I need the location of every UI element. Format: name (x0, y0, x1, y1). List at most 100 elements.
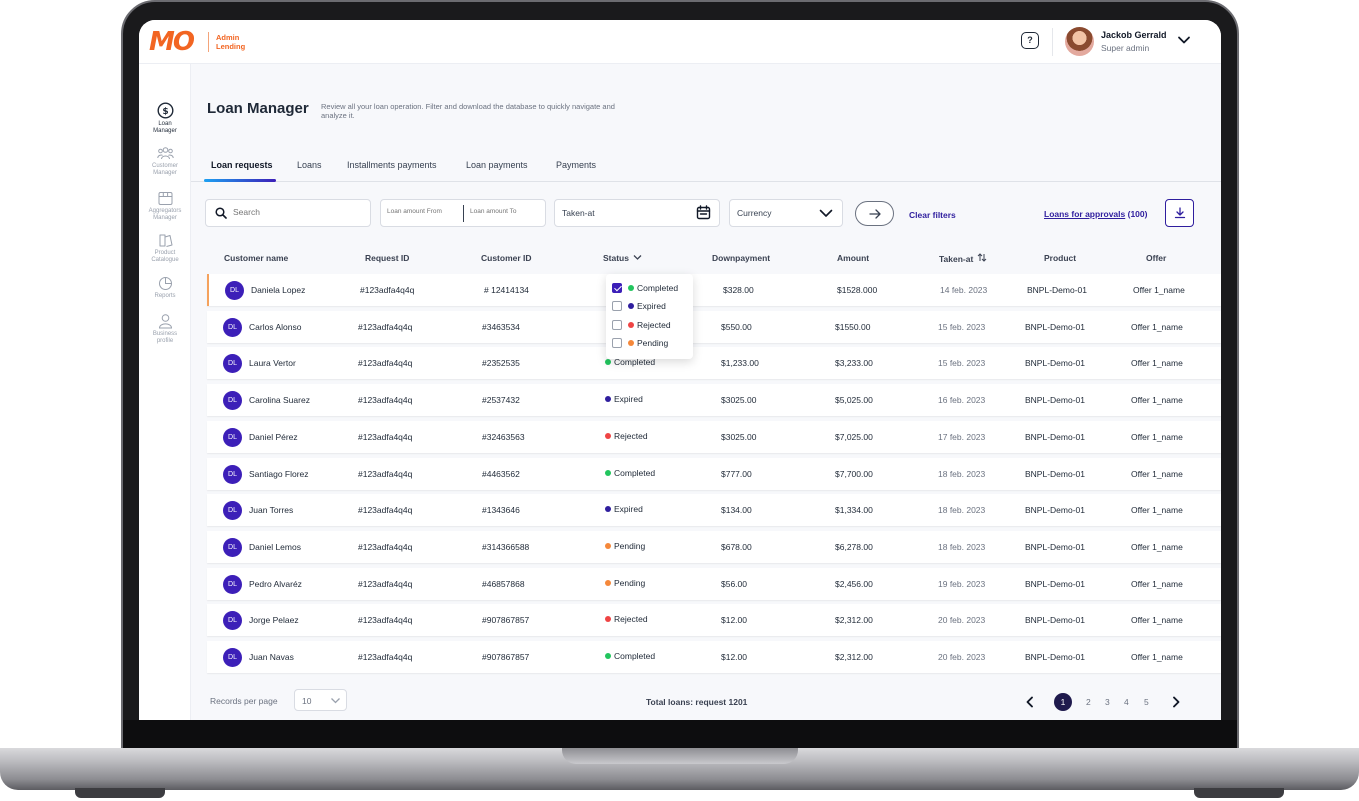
page-button[interactable]: 4 (1124, 697, 1129, 707)
table-row[interactable]: DL Daniel Pérez #123adfa4q4q #32463563 $3025… (207, 420, 1221, 453)
checkbox[interactable] (612, 283, 622, 293)
chevron-down-icon (819, 209, 833, 217)
customer-name[interactable]: Daniel Pérez (249, 432, 298, 442)
table-row[interactable]: DL Carolina Suarez #123adfa4q4q #2537432 $30… (207, 384, 1221, 417)
customer-name[interactable]: Carlos Alonso (249, 322, 301, 332)
sidebar-item-product-catalogue[interactable]: Product Catalogue (139, 233, 191, 263)
calendar-icon (696, 205, 711, 220)
taken-at-cell: 17 feb. 2023 (938, 431, 986, 442)
checkbox[interactable] (612, 320, 622, 330)
clear-filters-link[interactable]: Clear filters (909, 210, 956, 220)
user-avatar[interactable] (1065, 27, 1094, 56)
loans-for-approvals-link[interactable]: Loans for approvals (100) (1044, 209, 1147, 219)
column-header-offer: Offer (1146, 253, 1167, 263)
sidebar-item-aggregators-manager[interactable]: Aggregators Manager (139, 191, 191, 221)
status-label: Rejected (614, 614, 648, 625)
column-header-taken-at[interactable]: Taken-at (939, 253, 987, 264)
customer-name[interactable]: Juan Torres (249, 505, 293, 515)
status-dot (605, 542, 611, 549)
loan-amount-to-input[interactable] (470, 208, 548, 215)
table-row[interactable]: DL Jorge Pelaez #123adfa4q4q #907867857 $12.… (207, 604, 1221, 637)
brand-logo[interactable]: MO (149, 29, 195, 55)
amount-cell: $1528.000 (837, 285, 878, 295)
status-dot (605, 396, 611, 403)
downpayment-cell: $12.00 (721, 652, 747, 662)
offer-cell: Offer 1_name (1131, 431, 1183, 442)
page-button[interactable]: 2 (1086, 697, 1091, 707)
records-per-page-select[interactable]: 10 (294, 689, 347, 711)
table-row[interactable]: DL Daniel Lemos #123adfa4q4q #314366588 $678… (207, 530, 1221, 563)
status-option-rejected[interactable]: Rejected (612, 320, 671, 330)
page-button[interactable]: 3 (1105, 697, 1110, 707)
sidebar-item-label: Manager (153, 214, 177, 221)
status-option-expired[interactable]: Expired (612, 301, 666, 311)
storefront-icon (158, 192, 172, 205)
customer-avatar: DL (223, 574, 242, 594)
laptop-chin (123, 720, 1237, 748)
status-label: Completed (614, 651, 656, 661)
logo-subtitle-line: Admin (216, 33, 240, 42)
sidebar-item-label: Manager (153, 169, 177, 176)
tab-loan-payments[interactable]: Loan payments (466, 160, 528, 170)
customer-name[interactable]: Santiago Florez (249, 469, 309, 479)
amount-cell: $1,334.00 (835, 505, 873, 516)
downpayment-cell: $328.00 (723, 285, 754, 295)
table-row[interactable]: DL Juan Torres #123adfa4q4q #1343646 $134.00… (207, 494, 1221, 527)
table-row[interactable]: DL Carlos Alonso #123adfa4q4q #3463534 $550.… (207, 310, 1221, 343)
table-row[interactable]: DL Pedro Alvaréz #123adfa4q4q #46857868 $56.… (207, 567, 1221, 600)
table-row[interactable]: DL Santiago Florez #123adfa4q4q #4463562 $77… (207, 457, 1221, 490)
tab-installments-payments[interactable]: Installments payments (347, 160, 437, 170)
tab-loans[interactable]: Loans (297, 160, 322, 170)
checkbox[interactable] (612, 301, 622, 311)
product-cell: BNPL-Demo-01 (1025, 615, 1085, 626)
apply-filters-button[interactable] (855, 201, 894, 226)
customer-name[interactable]: Laura Vertor (249, 358, 296, 368)
help-chat-icon[interactable]: ? (1021, 32, 1039, 49)
offer-cell: Offer 1_name (1131, 652, 1183, 662)
customer-id-cell: #1343646 (482, 505, 520, 516)
download-button[interactable] (1165, 199, 1194, 227)
column-header-status[interactable]: Status (603, 253, 642, 263)
tab-payments[interactable]: Payments (556, 160, 596, 170)
sidebar-item-business-profile[interactable]: Business profile (139, 313, 191, 344)
customer-name[interactable]: Carolina Suarez (249, 395, 310, 405)
status-option-completed[interactable]: Completed (612, 283, 678, 293)
search-box (205, 199, 371, 227)
downpayment-cell: $134.00 (721, 505, 752, 516)
chevron-down-icon[interactable] (1176, 32, 1192, 48)
amount-cell: $2,312.00 (835, 615, 873, 626)
page-button-current[interactable]: 1 (1054, 693, 1072, 711)
sidebar-item-loan-manager[interactable]: $ Loan Manager (139, 102, 191, 134)
search-icon (215, 207, 227, 219)
chevron-right-icon[interactable] (1171, 696, 1181, 708)
users-group-icon (156, 147, 174, 160)
sidebar-item-label: profile (156, 337, 174, 344)
checkbox[interactable] (612, 338, 622, 348)
laptop-notch (562, 748, 798, 764)
customer-name[interactable]: Daniela Lopez (251, 285, 305, 295)
taken-at-date-picker[interactable]: Taken-at (554, 199, 720, 227)
customer-name[interactable]: Jorge Pelaez (249, 615, 299, 625)
customer-id-cell: #3463534 (482, 321, 520, 332)
customer-name[interactable]: Daniel Lemos (249, 542, 301, 552)
chevron-left-icon[interactable] (1025, 696, 1035, 708)
status-label: Expired (614, 394, 643, 405)
table-row[interactable]: DL Daniela Lopez #123adfa4q4q # 12414134 $32… (207, 274, 1221, 306)
customer-name[interactable]: Pedro Alvaréz (249, 579, 302, 589)
status-dot (605, 653, 611, 659)
loan-amount-from-input[interactable] (387, 208, 465, 215)
tab-loan-requests[interactable]: Loan requests (211, 160, 273, 170)
status-dot (605, 432, 611, 439)
search-input[interactable] (233, 207, 363, 217)
sidebar-item-reports[interactable]: Reports (139, 276, 191, 300)
table-row[interactable]: DL Juan Navas #123adfa4q4q #907867857 $12.00… (207, 641, 1221, 673)
page-button[interactable]: 5 (1144, 697, 1149, 707)
status-label: Pending (614, 577, 646, 588)
customer-name[interactable]: Juan Navas (249, 652, 294, 662)
approvals-count: (100) (1127, 209, 1148, 219)
status-option-pending[interactable]: Pending (612, 338, 668, 348)
chevron-down-icon (331, 698, 340, 704)
table-row[interactable]: DL Laura Vertor #123adfa4q4q #2352535 $1,233… (207, 347, 1221, 380)
currency-select[interactable]: Currency (729, 199, 843, 227)
sidebar-item-customer-manager[interactable]: Customer Manager (139, 146, 191, 176)
